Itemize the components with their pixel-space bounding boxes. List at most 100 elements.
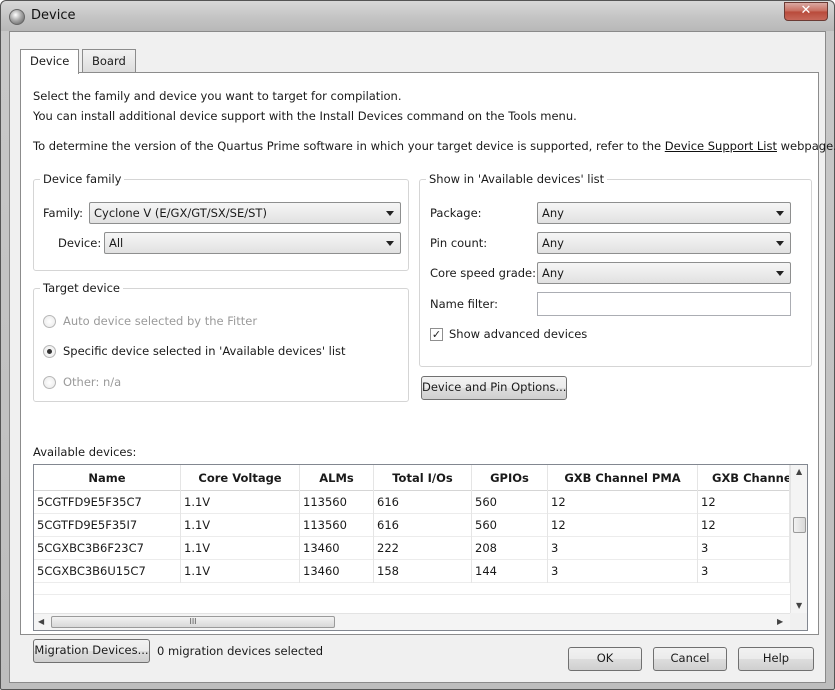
scroll-left-icon[interactable]: ◀ — [38, 617, 44, 626]
migration-status: 0 migration devices selected — [157, 644, 324, 658]
close-button[interactable]: ✕ — [784, 2, 828, 21]
pin-count-select-value: Any — [542, 236, 564, 250]
column-header-core-voltage[interactable]: Core Voltage — [181, 465, 300, 491]
table-row-partial[interactable] — [34, 583, 790, 595]
cell-gxb-pma: 3 — [548, 560, 698, 583]
target-device-group: Target device Auto device selected by th… — [33, 281, 409, 402]
cell-alms: 13460 — [300, 560, 374, 583]
table-row[interactable]: 5CGTFD9E5F35C7 1.1V 113560 616 560 12 12 — [34, 491, 790, 514]
cell-gxb-p: 3 — [698, 537, 790, 560]
name-filter-label: Name filter: — [430, 297, 499, 311]
column-header-gpios[interactable]: GPIOs — [472, 465, 548, 491]
cell-alms: 113560 — [300, 514, 374, 537]
auto-device-radio[interactable] — [43, 315, 56, 328]
cell-gxb-p: 3 — [698, 560, 790, 583]
help-button[interactable]: Help — [738, 647, 814, 671]
vertical-scroll-thumb[interactable] — [793, 517, 806, 533]
pin-count-select[interactable]: Any — [537, 232, 791, 254]
available-devices-table[interactable]: Name Core Voltage ALMs Total I/Os GPIOs … — [33, 464, 808, 631]
cell-gxb-pma: 3 — [548, 537, 698, 560]
package-select-value: Any — [542, 206, 564, 220]
device-select-value: All — [109, 236, 124, 250]
device-select[interactable]: All — [104, 232, 401, 254]
cell-gxb-p: 12 — [698, 514, 790, 537]
package-select[interactable]: Any — [537, 202, 791, 224]
horizontal-scrollbar[interactable]: ◀ III ▶ — [34, 613, 790, 630]
show-advanced-checkbox[interactable]: ✓ — [430, 328, 443, 341]
show-advanced-label: Show advanced devices — [449, 327, 588, 341]
family-select-value: Cyclone V (E/GX/GT/SX/SE/ST) — [94, 206, 267, 220]
specific-device-radio[interactable] — [43, 345, 56, 358]
cell-name: 5CGTFD9E5F35C7 — [34, 491, 181, 514]
table-header: Name Core Voltage ALMs Total I/Os GPIOs … — [34, 465, 790, 491]
intro-line-2: You can install additional device suppor… — [33, 109, 577, 123]
show-in-list-legend: Show in 'Available devices' list — [426, 172, 608, 186]
scroll-right-icon[interactable]: ▶ — [777, 617, 783, 626]
cell-gpios: 144 — [472, 560, 548, 583]
cell-name: 5CGTFD9E5F35I7 — [34, 514, 181, 537]
column-header-total-ios[interactable]: Total I/Os — [374, 465, 472, 491]
chevron-down-icon — [776, 271, 784, 276]
column-header-alms[interactable]: ALMs — [300, 465, 374, 491]
scrollbar-corner — [790, 613, 807, 630]
column-header-name[interactable]: Name — [34, 465, 181, 491]
cell-total-ios: 616 — [374, 514, 472, 537]
tab-board[interactable]: Board — [82, 49, 136, 73]
target-device-legend: Target device — [40, 281, 124, 295]
family-select[interactable]: Cyclone V (E/GX/GT/SX/SE/ST) — [89, 202, 401, 224]
other-device-radio[interactable] — [43, 376, 56, 389]
pin-count-label: Pin count: — [430, 236, 488, 250]
chevron-down-icon — [386, 241, 394, 246]
cell-name: 5CGXBC3B6F23C7 — [34, 537, 181, 560]
horizontal-scroll-thumb[interactable]: III — [51, 616, 335, 628]
specific-device-label: Specific device selected in 'Available d… — [63, 344, 346, 358]
table-row[interactable]: 5CGXBC3B6F23C7 1.1V 13460 222 208 3 3 — [34, 537, 790, 560]
table-row[interactable]: 5CGTFD9E5F35I7 1.1V 113560 616 560 12 12 — [34, 514, 790, 537]
cell-total-ios: 222 — [374, 537, 472, 560]
cell-name: 5CGXBC3B6U15C7 — [34, 560, 181, 583]
table-row[interactable]: 5CGXBC3B6U15C7 1.1V 13460 158 144 3 3 — [34, 560, 790, 583]
cell-gxb-p: 12 — [698, 491, 790, 514]
cancel-button[interactable]: Cancel — [653, 647, 727, 671]
cell-gxb-pma: 12 — [548, 514, 698, 537]
chevron-down-icon — [386, 211, 394, 216]
name-filter-input[interactable] — [537, 292, 791, 316]
speed-grade-select-value: Any — [542, 266, 564, 280]
cell-core-voltage: 1.1V — [181, 491, 300, 514]
app-icon — [9, 9, 25, 25]
column-header-gxb-p[interactable]: GXB Channel P — [698, 465, 790, 491]
cell-gxb-pma: 12 — [548, 491, 698, 514]
cell-alms: 113560 — [300, 491, 374, 514]
cell-gpios: 208 — [472, 537, 548, 560]
dialog-client: Device Board Select the family and devic… — [9, 31, 835, 683]
intro-line-1: Select the family and device you want to… — [33, 89, 402, 103]
speed-grade-label: Core speed grade: — [430, 266, 536, 280]
family-label: Family: — [43, 206, 84, 220]
window-title: Device — [31, 8, 76, 23]
cell-total-ios: 158 — [374, 560, 472, 583]
device-pin-options-button[interactable]: Device and Pin Options... — [421, 376, 567, 400]
scroll-down-icon[interactable]: ▼ — [796, 601, 802, 610]
cell-total-ios: 616 — [374, 491, 472, 514]
cell-core-voltage: 1.1V — [181, 560, 300, 583]
title-bar[interactable]: Device ✕ — [1, 1, 834, 31]
scroll-up-icon[interactable]: ▲ — [796, 467, 802, 476]
cell-core-voltage: 1.1V — [181, 537, 300, 560]
chevron-down-icon — [776, 211, 784, 216]
chevron-down-icon — [776, 241, 784, 246]
cell-core-voltage: 1.1V — [181, 514, 300, 537]
vertical-scrollbar[interactable]: ▲ ▼ — [790, 465, 807, 613]
intro-line-3: To determine the version of the Quartus … — [33, 139, 835, 154]
intro-line-3-suffix: webpage. — [780, 139, 835, 153]
ok-button[interactable]: OK — [568, 647, 642, 671]
tab-device[interactable]: Device — [20, 49, 80, 74]
migration-devices-button[interactable]: Migration Devices... — [33, 639, 150, 663]
device-family-legend: Device family — [40, 172, 125, 186]
column-header-gxb-pma[interactable]: GXB Channel PMA — [548, 465, 698, 491]
cell-gpios: 560 — [472, 491, 548, 514]
speed-grade-select[interactable]: Any — [537, 262, 791, 284]
intro-line-3-prefix: To determine the version of the Quartus … — [33, 139, 662, 153]
device-dialog: Device ✕ Device Board Select the family … — [0, 0, 835, 690]
device-support-list-link[interactable]: Device Support List — [665, 139, 777, 153]
cell-gpios: 560 — [472, 514, 548, 537]
